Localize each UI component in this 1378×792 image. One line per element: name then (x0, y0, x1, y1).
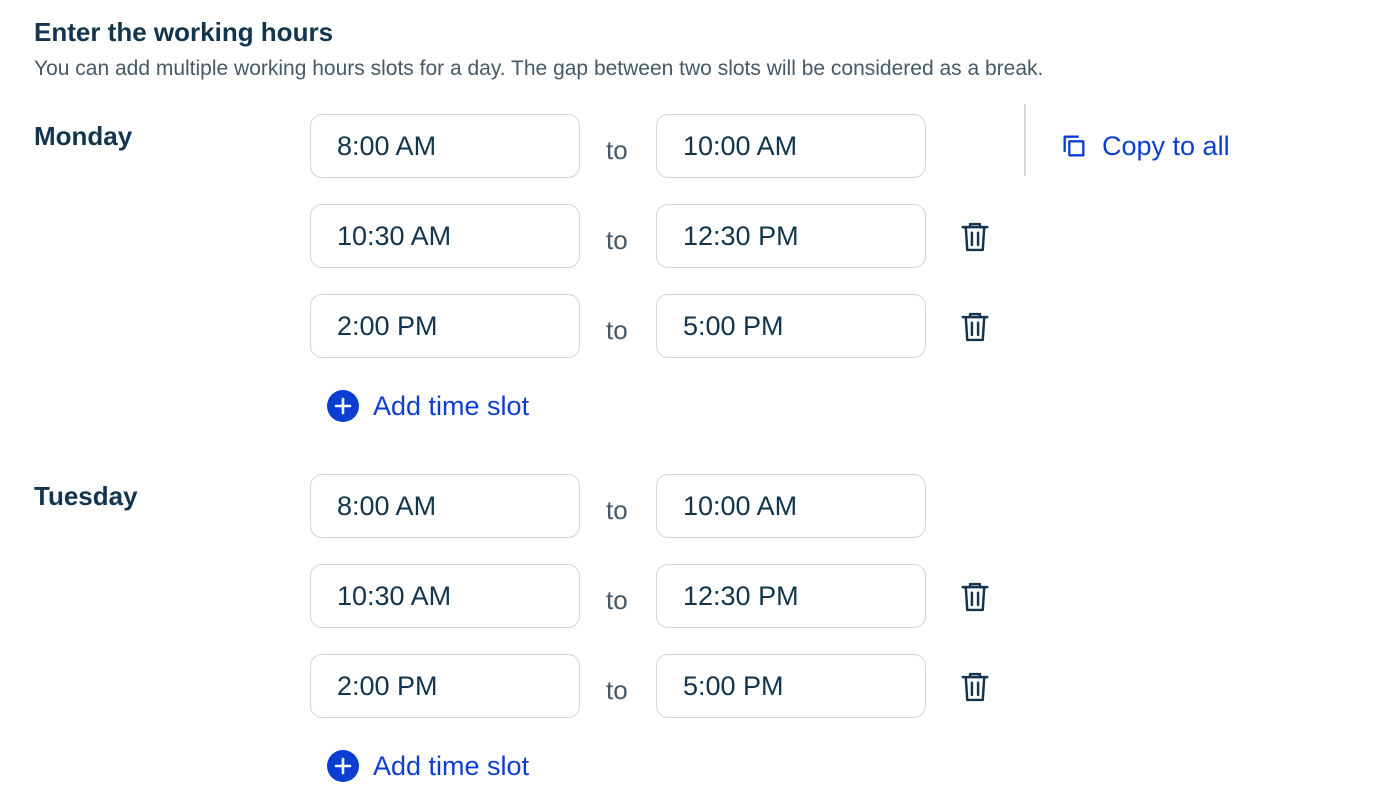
plus-circle-icon (327, 750, 359, 782)
copy-to-all-button[interactable]: Copy to all (1060, 128, 1230, 164)
section-title: Enter the working hours (34, 17, 334, 47)
add-time-slot-button[interactable]: Add time slot (327, 388, 529, 424)
end-time-input[interactable]: 12:30 PM (656, 204, 926, 268)
end-time-input[interactable]: 5:00 PM (656, 654, 926, 718)
time-slot-row: 8:00 AM to 10:00 AM (310, 474, 1010, 540)
to-label: to (606, 675, 628, 705)
to-label: to (606, 225, 628, 255)
start-time-input[interactable]: 8:00 AM (310, 474, 580, 538)
to-label: to (606, 315, 628, 345)
time-slot-row: 2:00 PM to 5:00 PM (310, 654, 1010, 720)
to-label: to (606, 135, 628, 165)
time-slot-row: 2:00 PM to 5:00 PM (310, 294, 1010, 360)
plus-circle-icon (327, 390, 359, 422)
end-time-input[interactable]: 5:00 PM (656, 294, 926, 358)
trash-icon[interactable] (960, 581, 990, 613)
add-time-slot-label: Add time slot (373, 751, 530, 781)
trash-icon[interactable] (960, 671, 990, 703)
add-time-slot-label: Add time slot (373, 391, 530, 421)
end-time-input[interactable]: 12:30 PM (656, 564, 926, 628)
start-time-input[interactable]: 10:30 AM (310, 204, 580, 268)
start-time-input[interactable]: 2:00 PM (310, 294, 580, 358)
section-subtitle: You can add multiple working hours slots… (34, 57, 1044, 80)
time-slot-row: 10:30 AM to 12:30 PM (310, 564, 1010, 630)
end-time-input[interactable]: 10:00 AM (656, 114, 926, 178)
add-time-slot-button[interactable]: Add time slot (327, 748, 529, 784)
time-slot-row: 10:30 AM to 12:30 PM (310, 204, 1010, 270)
start-time-input[interactable]: 2:00 PM (310, 654, 580, 718)
trash-icon[interactable] (960, 221, 990, 253)
time-slot-row: 8:00 AM to 10:00 AM Copy to all (310, 104, 1230, 180)
section-header: Enter the working hours You can add mult… (34, 14, 1043, 84)
day-label: Monday (34, 121, 133, 151)
to-label: to (606, 585, 628, 615)
start-time-input[interactable]: 8:00 AM (310, 114, 580, 178)
day-label: Tuesday (34, 481, 138, 511)
to-label: to (606, 495, 628, 525)
end-time-input[interactable]: 10:00 AM (656, 474, 926, 538)
divider (1024, 104, 1026, 176)
copy-icon (1063, 135, 1085, 157)
trash-icon[interactable] (960, 311, 990, 343)
copy-to-all-label: Copy to all (1102, 131, 1230, 161)
start-time-input[interactable]: 10:30 AM (310, 564, 580, 628)
